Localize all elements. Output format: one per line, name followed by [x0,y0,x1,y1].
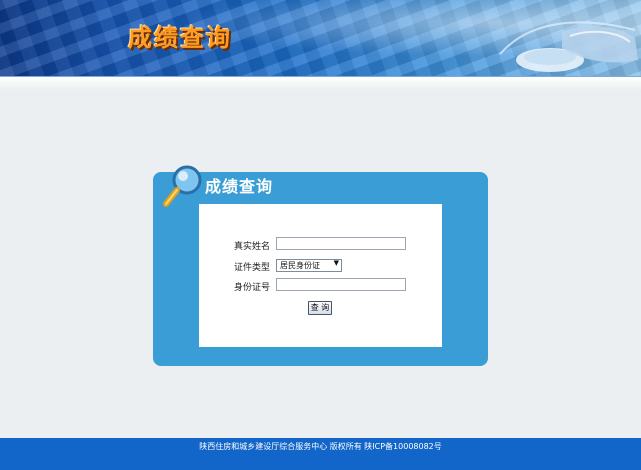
footer-copyright: 陕西住房和城乡建设厅综合服务中心 版权所有 陕ICP备10008082号 [199,442,442,451]
chevron-down-icon: ▼ [333,259,339,267]
query-button[interactable]: 查 询 [308,301,332,315]
name-label: 真实姓名 [233,242,270,252]
header-banner: 成绩查询 [0,0,641,76]
id-type-selected-value: 居民身份证 [280,261,320,270]
id-number-label: 身份证号 [233,283,270,293]
name-input[interactable] [276,237,406,250]
banner-divider [0,76,641,89]
banner-title: 成绩查询 [128,23,232,52]
id-type-label: 证件类型 [233,263,270,273]
id-type-select[interactable]: 居民身份证 ▼ [276,259,342,272]
mouse-graphic [499,21,638,72]
panel-title: 成绩查询 [205,177,274,196]
id-number-input[interactable] [276,278,406,291]
query-form [199,204,442,347]
magnifier-icon [163,165,202,207]
footer: 陕西住房和城乡建设厅综合服务中心 版权所有 陕ICP备10008082号 [0,438,641,470]
